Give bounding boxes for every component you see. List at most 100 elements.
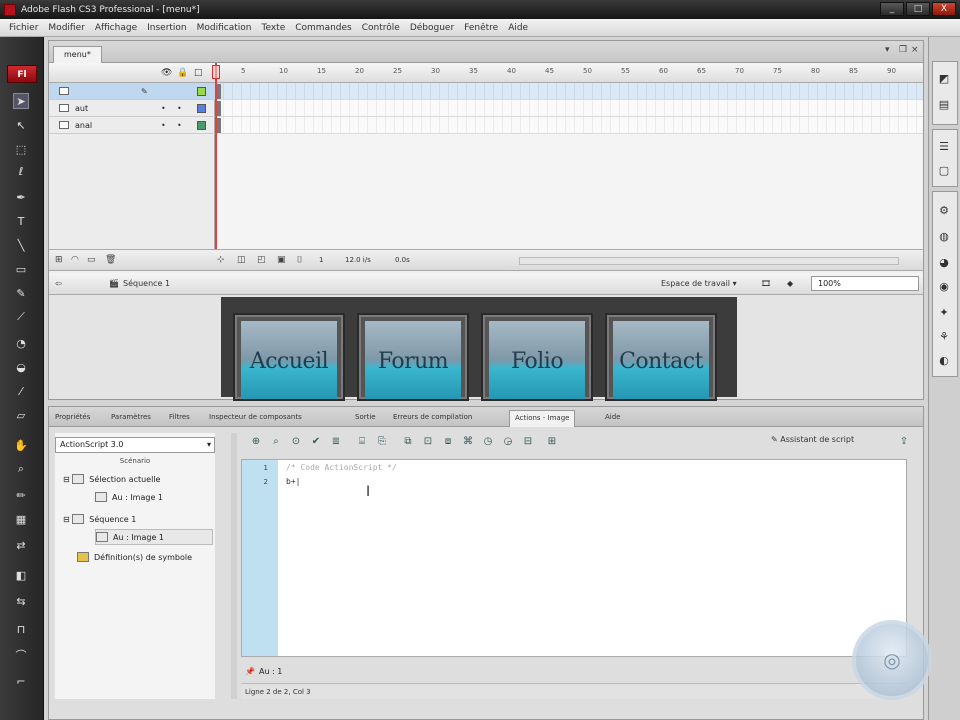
- pen-icon[interactable]: ✒: [13, 189, 29, 205]
- back-arrow-icon[interactable]: ⇦: [55, 279, 62, 288]
- text-icon[interactable]: T: [13, 213, 29, 229]
- menu-view[interactable]: Affichage: [90, 23, 142, 33]
- tree-item-current-selection[interactable]: ⊟ Sélection actuelle: [63, 471, 160, 487]
- lock-dot-icon[interactable]: •: [177, 121, 182, 130]
- ink-bottle-icon[interactable]: ◔: [13, 335, 29, 351]
- menu-button-forum[interactable]: Forum: [357, 313, 469, 401]
- auto-format-icon[interactable]: ≣: [329, 434, 343, 448]
- layer-row[interactable]: anal • •: [49, 117, 215, 134]
- tab-filters[interactable]: Filtres: [169, 413, 190, 421]
- line-icon[interactable]: ╲: [13, 237, 29, 253]
- frame-row[interactable]: [215, 100, 923, 117]
- document-restore-icon[interactable]: ❐: [899, 45, 907, 55]
- collapse-icon[interactable]: ⊟: [63, 475, 72, 484]
- menu-debug[interactable]: Déboguer: [405, 23, 459, 33]
- components-panel-icon[interactable]: ◍: [937, 229, 951, 243]
- code-editor[interactable]: 1 2 /* Code ActionScript */ b+| I: [241, 459, 907, 657]
- layer-row[interactable]: aut • •: [49, 100, 215, 117]
- snap-icon[interactable]: ⊓: [13, 621, 29, 637]
- movie-explorer-icon[interactable]: ◉: [937, 279, 951, 293]
- minimize-button[interactable]: _: [880, 2, 904, 16]
- edit-scene-icon[interactable]: 🎞: [761, 279, 771, 288]
- show-toolbox-icon[interactable]: ⊟: [521, 434, 535, 448]
- selection-arrow-icon[interactable]: ➤: [13, 93, 29, 109]
- layer-color-swatch[interactable]: [197, 86, 206, 96]
- straighten-icon[interactable]: ⌐: [13, 673, 29, 689]
- debug-options-icon[interactable]: ⎘: [375, 434, 389, 448]
- remove-comment-icon[interactable]: ◶: [501, 434, 515, 448]
- center-frame-icon[interactable]: ⊹: [217, 255, 225, 265]
- add-guide-icon[interactable]: ◠: [71, 255, 79, 265]
- add-layer-icon[interactable]: ⊞: [55, 255, 63, 265]
- align-panel-icon[interactable]: ☰: [937, 139, 951, 153]
- menu-modify[interactable]: Modification: [192, 23, 257, 33]
- paint-bucket-icon[interactable]: ◒: [13, 359, 29, 375]
- apply-line-comment-icon[interactable]: ◷: [481, 434, 495, 448]
- menu-control[interactable]: Contrôle: [357, 23, 405, 33]
- close-button[interactable]: X: [932, 2, 956, 16]
- tab-parameters[interactable]: Paramètres: [111, 413, 151, 421]
- visible-dot-icon[interactable]: •: [161, 104, 166, 113]
- tab-component-inspector[interactable]: Inspecteur de composants: [209, 413, 302, 421]
- scene-name[interactable]: Séquence 1: [123, 279, 170, 288]
- library-panel-icon[interactable]: ⚙: [937, 203, 951, 217]
- zoom-select[interactable]: 100%: [811, 276, 919, 291]
- tab-properties[interactable]: Propriétés: [55, 413, 90, 421]
- menu-text[interactable]: Texte: [257, 23, 291, 33]
- free-transform-icon[interactable]: ⬚: [13, 141, 29, 157]
- eraser-icon[interactable]: ▱: [13, 407, 29, 423]
- smooth-icon[interactable]: ⌒: [13, 647, 29, 663]
- collapse-selection-icon[interactable]: ⊡: [421, 434, 435, 448]
- tab-help[interactable]: Aide: [605, 413, 620, 421]
- menu-button-accueil[interactable]: Accueil: [233, 313, 345, 401]
- onion-outline-icon[interactable]: ◰: [257, 255, 266, 265]
- document-x-icon[interactable]: ×: [911, 45, 919, 55]
- document-tab[interactable]: menu*: [53, 46, 102, 63]
- behaviors-panel-icon[interactable]: ✦: [937, 305, 951, 319]
- zoom-icon[interactable]: ⌕: [13, 461, 29, 477]
- timeline-scrollbar[interactable]: [519, 257, 899, 265]
- lock-dot-icon[interactable]: •: [177, 104, 182, 113]
- stroke-color-icon[interactable]: ✏: [13, 487, 29, 503]
- swap-colors-icon[interactable]: ⇄: [13, 537, 29, 553]
- pencil-icon[interactable]: ✎: [13, 285, 29, 301]
- layer-row[interactable]: ✎: [49, 83, 215, 100]
- frame-row[interactable]: [215, 83, 923, 100]
- document-close-icon[interactable]: ▾: [885, 45, 890, 55]
- find-icon[interactable]: ⌕: [269, 434, 283, 448]
- playhead-handle[interactable]: [212, 65, 220, 79]
- frame-ruler[interactable]: 5 10 15 20 25 30 35 40 45 50 55 60 65 70…: [215, 63, 923, 83]
- brush-icon[interactable]: ⟋: [13, 309, 29, 325]
- tab-output[interactable]: Sortie: [355, 413, 376, 421]
- tree-item-scene[interactable]: ⊟ Séquence 1: [63, 511, 136, 527]
- swatches-panel-icon[interactable]: ▤: [937, 97, 951, 111]
- expand-all-icon[interactable]: ⧈: [441, 434, 455, 448]
- edit-multiple-icon[interactable]: ▣: [277, 255, 286, 265]
- menu-button-contact[interactable]: Contact: [605, 313, 717, 401]
- outline-icon[interactable]: □: [194, 68, 203, 78]
- color-swap-icon[interactable]: ⇆: [13, 593, 29, 609]
- layer-color-swatch[interactable]: [197, 120, 206, 130]
- menu-button-folio[interactable]: Folio: [481, 313, 593, 401]
- workspace-menu[interactable]: Espace de travail ▾: [661, 279, 737, 288]
- code-hint-icon[interactable]: ⌸: [355, 434, 369, 448]
- tab-compiler-errors[interactable]: Erreurs de compilation: [393, 413, 472, 421]
- menu-edit[interactable]: Modifier: [43, 23, 89, 33]
- tree-item-symbol-definitions[interactable]: Définition(s) de symbole: [77, 549, 192, 565]
- lock-icon[interactable]: 🔒: [177, 68, 188, 78]
- transform-panel-icon[interactable]: ▢: [937, 163, 951, 177]
- menu-help[interactable]: Aide: [503, 23, 533, 33]
- apply-block-comment-icon[interactable]: ⌘: [461, 434, 475, 448]
- tree-item-frame[interactable]: Au : Image 1: [95, 489, 163, 505]
- eyedropper-icon[interactable]: ⁄: [13, 383, 29, 399]
- menu-window[interactable]: Fenêtre: [459, 23, 503, 33]
- fill-color-icon[interactable]: ▦: [13, 511, 29, 527]
- onion-skin-icon[interactable]: ◫: [237, 255, 246, 265]
- onion-markers-icon[interactable]: ⌷: [297, 255, 302, 265]
- collapse-between-icon[interactable]: ⧉: [401, 434, 415, 448]
- fill-swatch-icon[interactable]: ◧: [13, 567, 29, 583]
- script-tab[interactable]: 📌 Au : 1: [241, 663, 321, 679]
- visible-dot-icon[interactable]: •: [161, 121, 166, 130]
- layer-color-swatch[interactable]: [197, 103, 206, 113]
- add-folder-icon[interactable]: ▭: [87, 255, 96, 265]
